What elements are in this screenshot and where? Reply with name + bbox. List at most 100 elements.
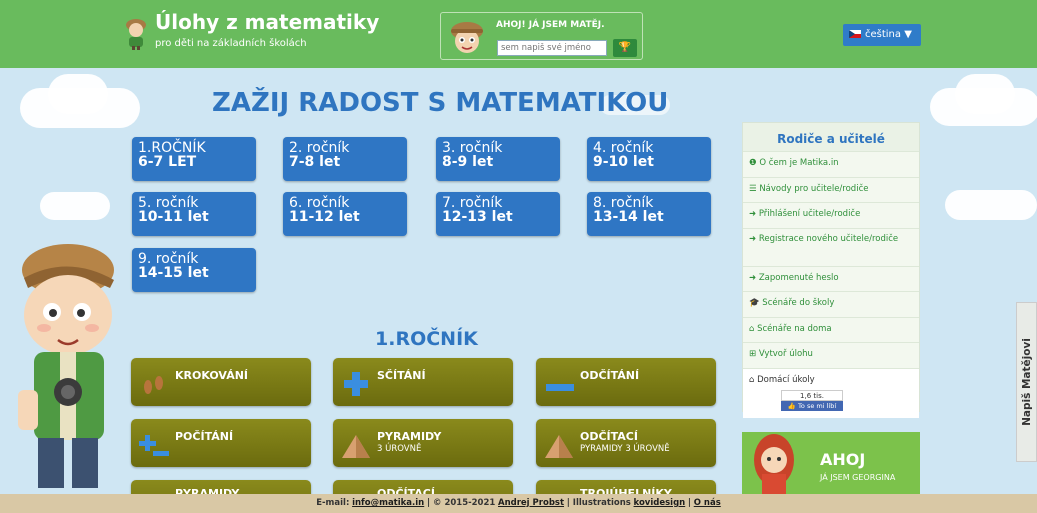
grade-ages: 8-9 let bbox=[442, 154, 494, 170]
site-logo[interactable]: Úlohy z matematiky pro děti na základníc… bbox=[122, 10, 379, 58]
sidebar-item-school-scenarios[interactable]: 🎓 Scénáře do školy bbox=[743, 291, 919, 317]
sidebar-item-homework[interactable]: ⌂ Domácí úkoly 1,6 tis. 👍 To se mi líbí bbox=[743, 367, 919, 418]
grade-button-6[interactable]: 6. ročník 11-12 let bbox=[283, 192, 407, 236]
parents-teachers-sidebar: Rodiče a učitelé ❶ O čem je Matika.in ☰ … bbox=[742, 122, 920, 418]
sidebar-item-label: Scénáře do školy bbox=[762, 298, 835, 308]
footer-illustrations-label: | Illustrations bbox=[566, 498, 631, 508]
grade-button-3[interactable]: 3. ročník 8-9 let bbox=[436, 137, 560, 181]
czech-flag-icon bbox=[849, 30, 861, 38]
sidebar-item-label: Přihlášení učitele/rodiče bbox=[758, 209, 861, 219]
sidebar-item-forgot-password[interactable]: ➜ Zapomenuté heslo bbox=[743, 265, 919, 291]
grade-button-7[interactable]: 7. ročník 12-13 let bbox=[436, 192, 560, 236]
matej-mascot-illustration bbox=[18, 244, 114, 488]
list-icon: ☰ bbox=[749, 183, 757, 194]
section-title: 1.ROČNÍK bbox=[375, 328, 478, 350]
greeting-box: AHOJ! JÁ JSEM MATĚJ. 🏆 bbox=[440, 12, 643, 60]
home-icon: ⌂ bbox=[749, 323, 755, 334]
topic-odcitani-button[interactable]: ODČÍTÁNÍ bbox=[536, 358, 716, 406]
like-count: 1,6 tis. bbox=[781, 389, 843, 401]
footer-separator: | bbox=[687, 498, 692, 508]
topic-name: PYRAMIDY bbox=[377, 430, 442, 443]
topic-scitani-button[interactable]: SČÍTÁNÍ bbox=[333, 358, 513, 406]
trophy-button[interactable]: 🏆 bbox=[613, 39, 637, 57]
login-icon: ➜ bbox=[749, 209, 757, 219]
grade-button-5[interactable]: 5. ročník 10-11 let bbox=[132, 192, 256, 236]
promo-subtitle: JÁ JSEM GEORGINA bbox=[820, 473, 896, 482]
footer-email-link[interactable]: info@matika.in bbox=[352, 498, 424, 508]
sidebar-title: Rodiče a učitelé bbox=[743, 123, 919, 151]
grade-button-2[interactable]: 2. ročník 7-8 let bbox=[283, 137, 407, 181]
grade-label: 4. ročník bbox=[593, 140, 654, 156]
footer-email-label: E-mail: bbox=[316, 498, 350, 508]
georgina-promo-banner[interactable]: AHOJ JÁ JSEM GEORGINA bbox=[742, 432, 920, 494]
grade-ages: 11-12 let bbox=[289, 209, 360, 225]
info-icon: ❶ bbox=[749, 158, 757, 168]
plus-minus-icon bbox=[139, 435, 169, 456]
grade-button-4[interactable]: 4. ročník 9-10 let bbox=[587, 137, 711, 181]
facebook-like-widget[interactable]: 1,6 tis. 👍 To se mi líbí bbox=[781, 389, 843, 411]
sidebar-item-about[interactable]: ❶ O čem je Matika.in bbox=[743, 151, 919, 177]
grade-label: 1.ROČNÍK bbox=[138, 140, 206, 156]
grade-ages: 13-14 let bbox=[593, 209, 664, 225]
footprints-icon bbox=[144, 376, 163, 394]
home-icon: ⌂ bbox=[749, 374, 755, 385]
sidebar-item-guides[interactable]: ☰ Návody pro učitele/rodiče bbox=[743, 176, 919, 202]
sidebar-item-register[interactable]: ➜ Registrace nového učitele/rodiče bbox=[743, 227, 919, 266]
grade-label: 2. ročník bbox=[289, 140, 350, 156]
topic-subtitle: 3 ÚROVNĚ bbox=[377, 444, 422, 454]
login-icon: ➜ bbox=[749, 233, 757, 244]
grade-button-1[interactable]: 1.ROČNÍK 6-7 LET bbox=[132, 137, 256, 181]
site-subtitle: pro děti na základních školách bbox=[155, 38, 307, 49]
grade-ages: 14-15 let bbox=[138, 265, 209, 281]
sidebar-item-label: Domácí úkoly bbox=[757, 374, 815, 385]
matej-avatar-icon bbox=[451, 22, 483, 53]
topic-krokovani-button[interactable]: KROKOVÁNÍ bbox=[131, 358, 311, 406]
cloud-decoration bbox=[48, 74, 108, 114]
cloud-decoration bbox=[945, 190, 1037, 220]
grade-ages: 10-11 let bbox=[138, 209, 209, 225]
sidebar-item-home-scenarios[interactable]: ⌂ Scénáře na doma bbox=[743, 316, 919, 342]
topic-pyramidy-button[interactable]: PYRAMIDY 3 ÚROVNĚ bbox=[333, 419, 513, 467]
like-button[interactable]: 👍 To se mi líbí bbox=[781, 400, 843, 411]
footer-author-link[interactable]: Andrej Probst bbox=[498, 498, 564, 508]
cloud-decoration bbox=[40, 192, 110, 220]
greeting-text: AHOJ! JÁ JSEM MATĚJ. bbox=[496, 20, 605, 30]
grade-ages: 12-13 let bbox=[442, 209, 513, 225]
sidebar-item-label: O čem je Matika.in bbox=[759, 158, 839, 168]
topic-name: KROKOVÁNÍ bbox=[175, 369, 249, 382]
graduation-cap-icon: 🎓 bbox=[749, 298, 760, 308]
topic-subtitle: PYRAMIDY 3 ÚROVNĚ bbox=[580, 444, 670, 454]
grade-label: 6. ročník bbox=[289, 195, 350, 211]
topic-pocitani-button[interactable]: POČÍTÁNÍ bbox=[131, 419, 311, 467]
like-label: To se mi líbí bbox=[798, 401, 837, 410]
page-title: ZAŽIJ RADOST S MATEMATIKOU bbox=[212, 88, 669, 118]
boy-mascot-icon bbox=[126, 19, 146, 50]
promo-hello: AHOJ bbox=[820, 450, 866, 469]
language-select[interactable]: čeština ▼ bbox=[843, 24, 921, 46]
grade-ages: 7-8 let bbox=[289, 154, 341, 170]
grade-label: 5. ročník bbox=[138, 195, 199, 211]
georgina-avatar-icon bbox=[754, 434, 794, 494]
pyramid-icon bbox=[342, 435, 370, 458]
topic-odcitaci-pyramidy-button[interactable]: ODČÍTACÍ PYRAMIDY 3 ÚROVNĚ bbox=[536, 419, 716, 467]
write-to-matej-tab[interactable]: Napiš Matějovi bbox=[1016, 302, 1037, 462]
login-icon: ➜ bbox=[749, 272, 757, 283]
topic-name: POČÍTÁNÍ bbox=[175, 430, 234, 443]
sidebar-item-create-task[interactable]: ⊞ Vytvoř úlohu bbox=[743, 342, 919, 368]
name-input[interactable] bbox=[497, 40, 607, 56]
sidebar-item-label: Zapomenuté heslo bbox=[758, 272, 839, 283]
grade-ages: 6-7 LET bbox=[138, 154, 197, 170]
top-header: Úlohy z matematiky pro děti na základníc… bbox=[0, 0, 1037, 68]
plus-square-icon: ⊞ bbox=[749, 349, 757, 359]
grade-button-8[interactable]: 8. ročník 13-14 let bbox=[587, 192, 711, 236]
sidebar-item-label: Scénáře na doma bbox=[757, 323, 832, 334]
sidebar-item-login[interactable]: ➜ Přihlášení učitele/rodiče bbox=[743, 202, 919, 228]
grade-label: 9. ročník bbox=[138, 251, 199, 267]
footer-illustrator-link[interactable]: kovidesign bbox=[634, 498, 686, 508]
grade-ages: 9-10 let bbox=[593, 154, 654, 170]
grade-button-9[interactable]: 9. ročník 14-15 let bbox=[132, 248, 256, 292]
footer-about-link[interactable]: O nás bbox=[694, 498, 721, 508]
trophy-icon: 🏆 bbox=[618, 42, 632, 53]
sidebar-item-label: Návody pro učitele/rodiče bbox=[759, 183, 869, 194]
topic-name: SČÍTÁNÍ bbox=[377, 369, 426, 382]
